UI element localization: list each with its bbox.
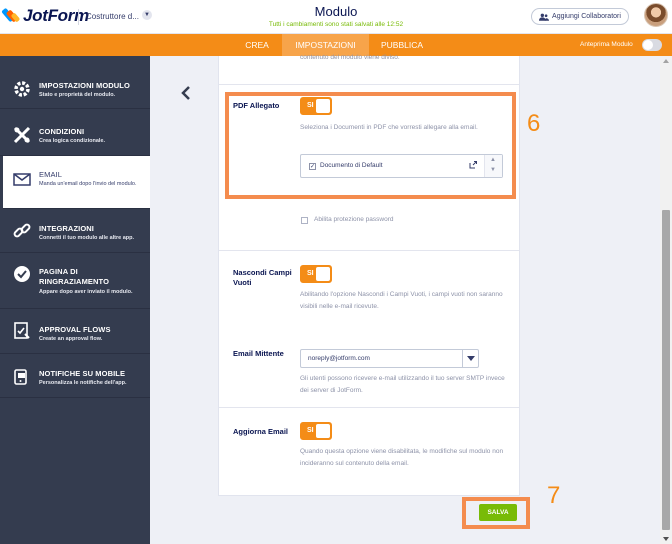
annotation-box-save xyxy=(462,497,530,529)
sidebar-item-title: IMPOSTAZIONI MODULO xyxy=(39,81,130,90)
user-avatar[interactable] xyxy=(644,3,668,27)
settings-sidebar: IMPOSTAZIONI MODULO Stato e proprietà de… xyxy=(0,56,150,544)
scroll-down-icon[interactable] xyxy=(663,537,669,541)
link-icon xyxy=(13,223,31,238)
sidebar-item-subtitle: Connetti il tuo modulo alle altre app. xyxy=(39,235,135,241)
sidebar-item-mobile-notifications[interactable]: NOTIFICHE SU MOBILE Personalizza le noti… xyxy=(0,354,150,398)
toggle-label: SI xyxy=(307,270,314,277)
sender-email-value: noreply@jotform.com xyxy=(308,355,370,362)
annotation-number-6: 6 xyxy=(527,110,541,137)
sidebar-item-subtitle: Appare dopo aver inviato il modulo. xyxy=(39,289,133,295)
envelope-icon xyxy=(13,173,31,186)
preview-toggle[interactable] xyxy=(642,39,662,51)
truncated-description: contenuto del modulo viene diviso. xyxy=(300,54,400,61)
conditions-icon xyxy=(13,126,31,144)
sidebar-item-subtitle: Create an approval flow. xyxy=(39,336,103,342)
sender-email-label: Email Mittente xyxy=(233,349,284,358)
add-collaborators-button[interactable]: Aggiungi Collaboratori xyxy=(531,8,629,25)
sidebar-item-subtitle: Stato e proprietà del modulo. xyxy=(39,92,116,98)
annotation-box-pdf xyxy=(225,92,516,199)
sender-email-description: Gli utenti possono ricevere e-mail utili… xyxy=(300,375,505,394)
tab-pubblica[interactable]: PUBBLICA xyxy=(376,34,428,56)
annotation-number-7: 7 xyxy=(547,482,561,509)
sidebar-item-title: INTEGRAZIONI xyxy=(39,224,94,233)
gear-icon xyxy=(14,81,30,97)
update-email-label: Aggiorna Email xyxy=(233,427,289,436)
hide-empty-fields-description: Abilitando l'opzione Nascondi i Campi Vu… xyxy=(300,291,503,310)
section-divider xyxy=(219,407,519,408)
hide-empty-fields-label: Nascondi Campi Vuoti xyxy=(233,268,292,287)
sidebar-item-title: EMAIL xyxy=(39,170,63,179)
sidebar-item-title: CONDIZIONI xyxy=(39,127,85,136)
sidebar-item-title: APPROVAL FLOWS xyxy=(39,325,111,334)
sidebar-item-integrations[interactable]: INTEGRAZIONI Connetti il tuo modulo alle… xyxy=(0,209,150,253)
update-email-description: Quando questa opzione viene disabilitata… xyxy=(300,448,504,467)
sidebar-item-form-settings[interactable]: IMPOSTAZIONI MODULO Stato e proprietà de… xyxy=(0,56,150,109)
section-divider xyxy=(219,84,519,85)
tab-crea[interactable]: CREA xyxy=(238,34,276,56)
scrollbar-thumb[interactable] xyxy=(662,210,670,530)
approval-icon xyxy=(14,322,30,339)
add-collaborators-label: Aggiungi Collaboratori xyxy=(552,13,621,20)
sidebar-item-title: PAGINA DI RINGRAZIAMENTO xyxy=(39,267,110,286)
toggle-knob xyxy=(316,267,330,281)
preview-label: Anteprima Modulo xyxy=(580,41,633,48)
users-icon xyxy=(539,13,550,21)
mobile-icon xyxy=(14,369,27,385)
sidebar-item-email[interactable]: EMAIL Manda un'email dopo l'invio del mo… xyxy=(3,156,150,209)
main-navbar: CREA IMPOSTAZIONI PUBBLICA Anteprima Mod… xyxy=(0,34,672,56)
section-divider xyxy=(219,250,519,251)
tab-impostazioni[interactable]: IMPOSTAZIONI xyxy=(282,34,369,56)
check-circle-icon xyxy=(14,266,30,282)
top-header: JotForm Costruttore d... ▼ Modulo Tutti … xyxy=(0,0,672,34)
scroll-up-icon[interactable] xyxy=(663,59,669,63)
sidebar-item-subtitle: Crea logica condizionale. xyxy=(39,138,106,144)
update-email-toggle[interactable]: SI xyxy=(300,422,332,440)
sidebar-item-conditions[interactable]: CONDIZIONI Crea logica condizionale. xyxy=(0,109,150,156)
back-arrow-icon[interactable] xyxy=(180,86,192,100)
sidebar-item-title: NOTIFICHE SU MOBILE xyxy=(39,369,126,378)
sender-email-select[interactable]: noreply@jotform.com xyxy=(300,349,479,368)
chevron-down-icon[interactable] xyxy=(462,350,478,367)
password-protection-label: Abilita protezione password xyxy=(314,216,394,223)
toggle-knob xyxy=(316,424,330,438)
password-protection-checkbox[interactable] xyxy=(301,217,308,224)
page-scrollbar[interactable] xyxy=(660,56,672,544)
sidebar-item-thank-you-page[interactable]: PAGINA DI RINGRAZIAMENTO Appare dopo ave… xyxy=(0,253,150,309)
hide-empty-fields-toggle[interactable]: SI xyxy=(300,265,332,283)
sidebar-item-subtitle: Manda un'email dopo l'invio del modulo. xyxy=(39,181,137,187)
sidebar-item-approval-flows[interactable]: APPROVAL FLOWS Create an approval flow. xyxy=(0,309,150,354)
toggle-label: SI xyxy=(307,427,314,434)
sidebar-item-subtitle: Personalizza le notifiche dell'app. xyxy=(39,380,127,386)
